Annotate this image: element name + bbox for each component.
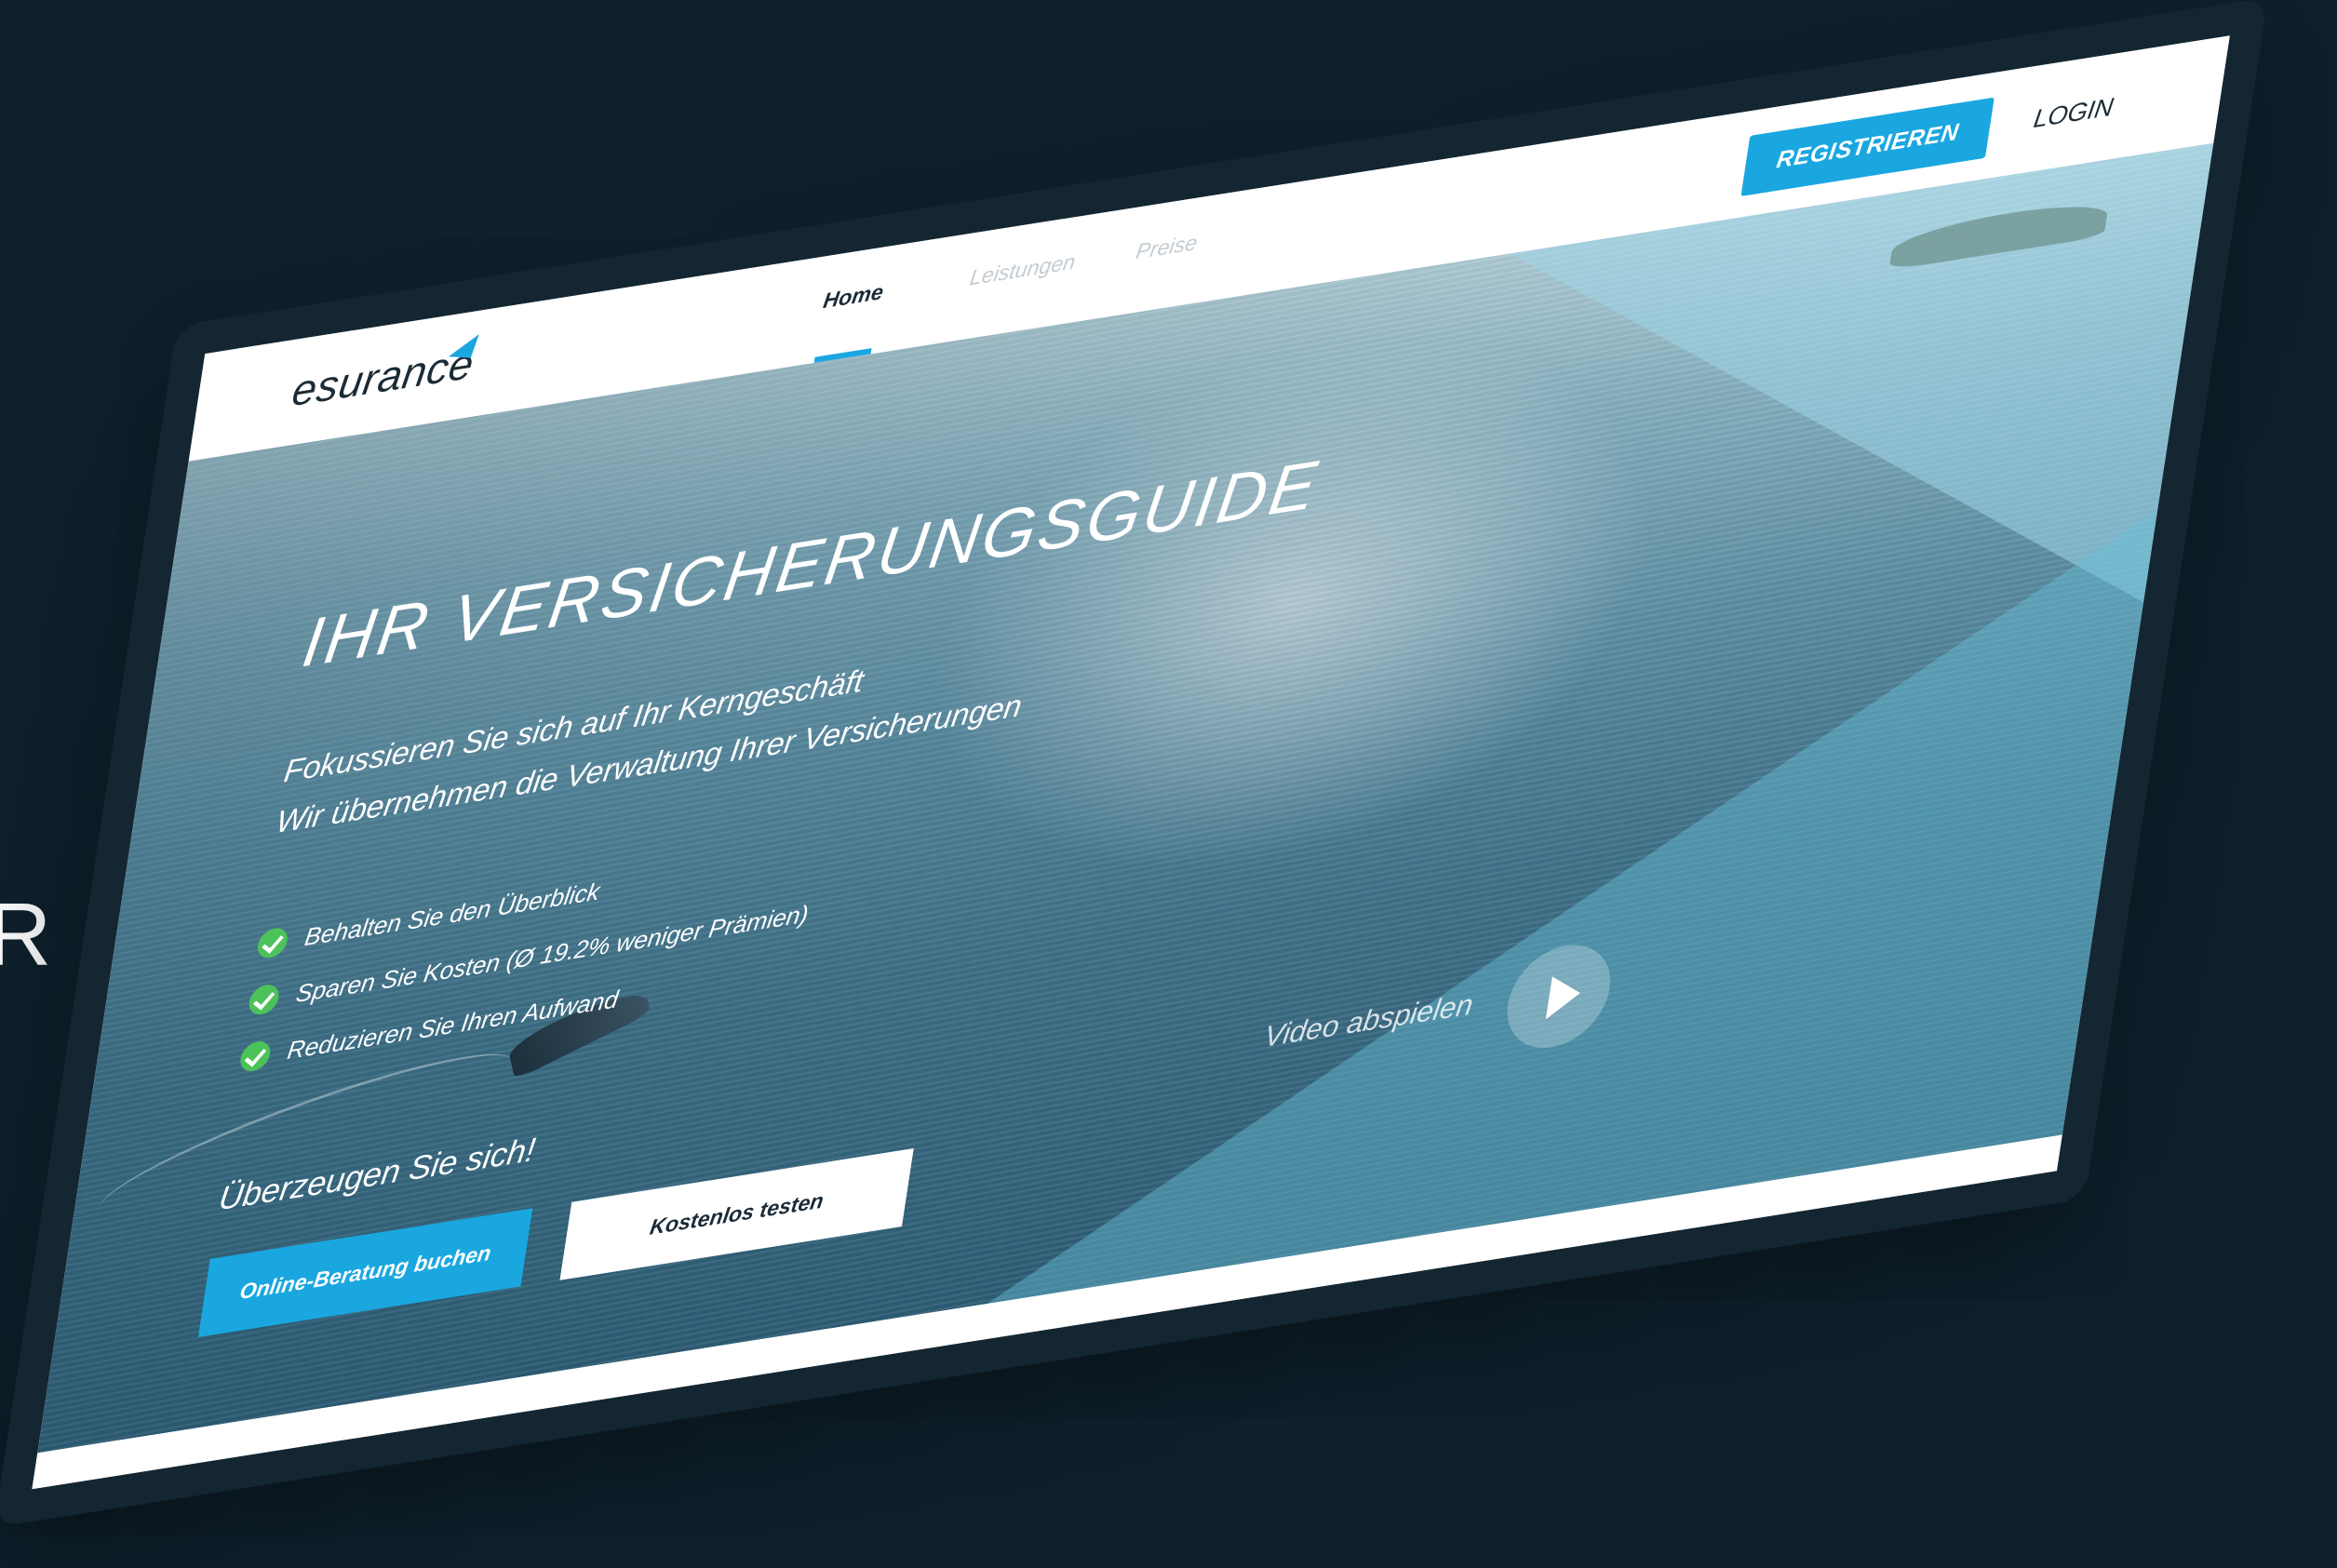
stage: esurance Home Leistungen Preise REGISTRI…	[0, 0, 2337, 1568]
nav-item-home[interactable]: Home	[822, 279, 885, 314]
check-icon	[247, 982, 281, 1017]
play-icon	[1545, 972, 1584, 1020]
website-screen: esurance Home Leistungen Preise REGISTRI…	[32, 35, 2230, 1490]
esurance-logo[interactable]: esurance	[289, 340, 477, 417]
nav-item-leistungen[interactable]: Leistungen	[968, 249, 1077, 291]
check-icon	[238, 1039, 273, 1074]
nav-item-preise[interactable]: Preise	[1135, 230, 1199, 265]
laptop-screen-frame: esurance Home Leistungen Preise REGISTRI…	[0, 0, 2269, 1528]
check-icon	[255, 926, 290, 960]
login-link[interactable]: LOGIN	[2032, 92, 2115, 135]
register-button[interactable]: REGISTRIEREN	[1740, 97, 1995, 196]
